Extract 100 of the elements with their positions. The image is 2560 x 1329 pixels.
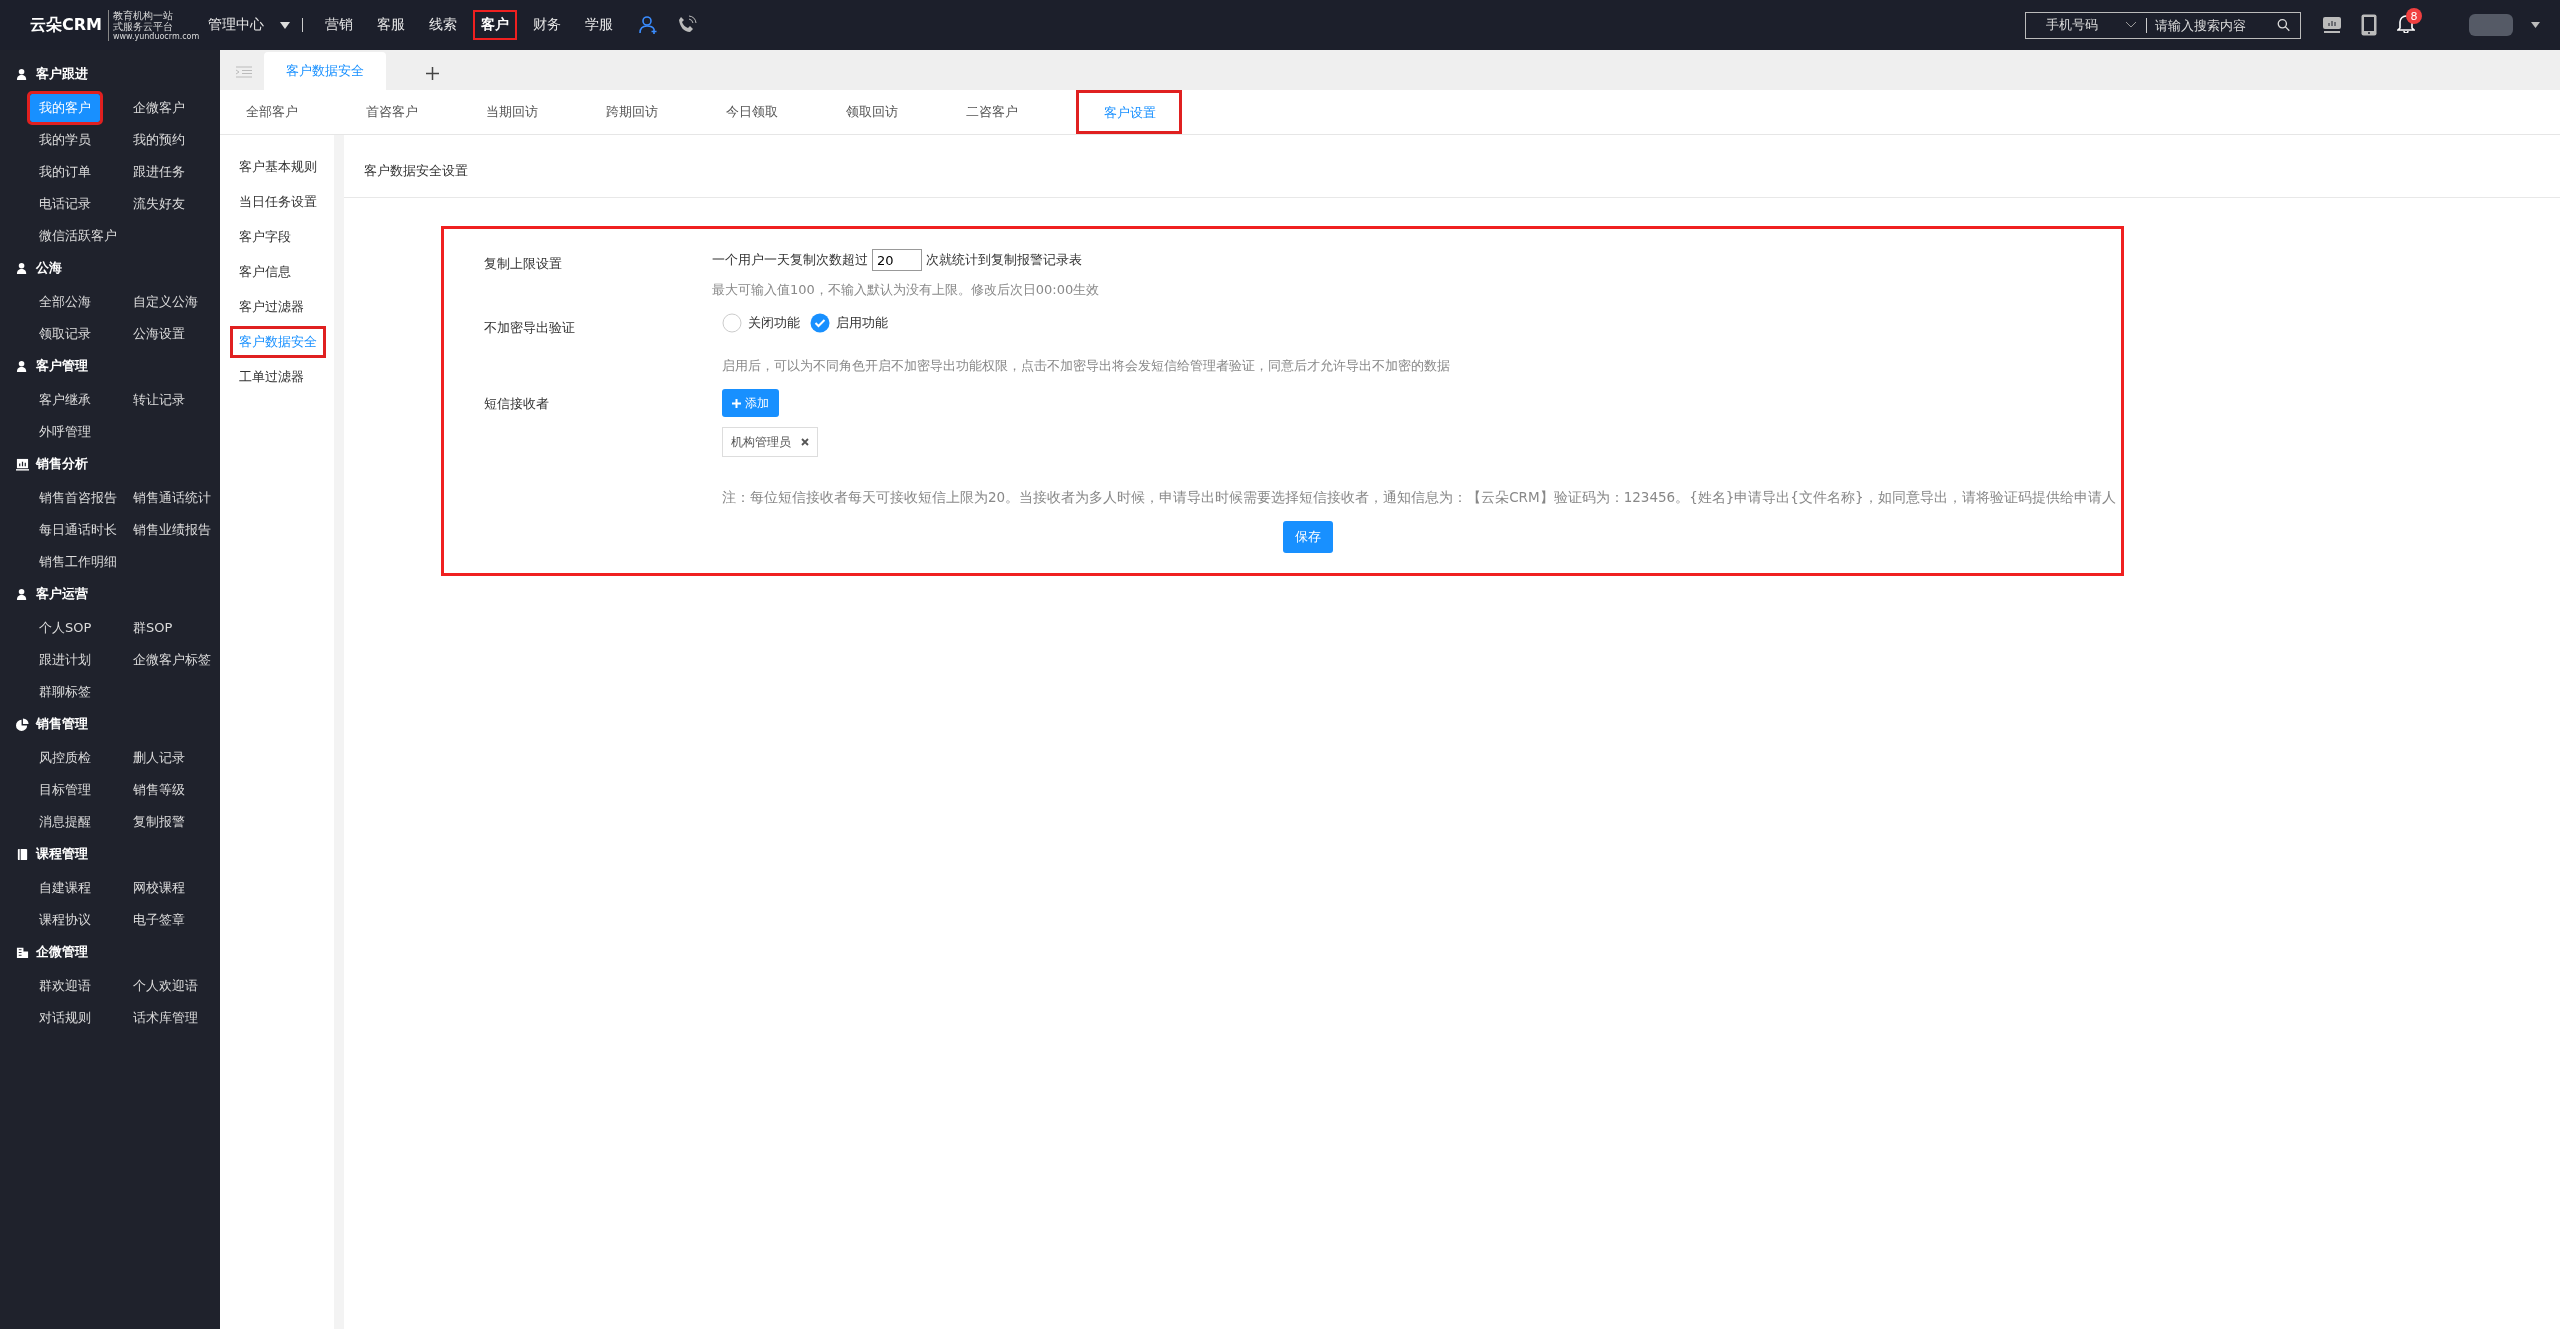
person-icon bbox=[16, 67, 29, 81]
sub-tab[interactable]: 当期回访 bbox=[476, 90, 596, 134]
recipient-tag: 机构管理员 bbox=[722, 427, 818, 457]
sidebar-item[interactable]: 个人SOP bbox=[30, 614, 101, 642]
limit-text: 一个用户一天复制次数超过 bbox=[712, 251, 868, 269]
sidebar-group-title: 企微管理 bbox=[36, 943, 88, 961]
sidebar-item[interactable]: 对话规则 bbox=[30, 1004, 100, 1032]
settings-menu-item[interactable]: 客户基本规则 bbox=[230, 150, 326, 183]
sidebar-item[interactable]: 客户继承 bbox=[30, 386, 100, 414]
sidebar-item[interactable]: 话术库管理 bbox=[124, 1004, 207, 1032]
caret-icon[interactable] bbox=[2531, 22, 2540, 28]
tablet-icon[interactable] bbox=[2361, 14, 2377, 36]
sidebar-group-title: 客户跟进 bbox=[36, 65, 88, 83]
sidebar-group-title: 销售管理 bbox=[36, 715, 88, 733]
limit-text: 次就统计到复制报警记录表 bbox=[926, 251, 1082, 269]
phone-icon[interactable] bbox=[677, 15, 697, 35]
settings-menu-item[interactable]: 客户字段 bbox=[230, 220, 300, 253]
sidebar-item[interactable]: 群SOP bbox=[124, 614, 182, 642]
sidebar-group-title: 销售分析 bbox=[36, 455, 88, 473]
sidebar-item[interactable]: 全部公海 bbox=[30, 288, 100, 316]
nav-item[interactable]: 学服 bbox=[577, 10, 621, 40]
book-icon bbox=[16, 847, 29, 861]
hint-text: 启用后，可以为不同角色开启不加密导出功能权限，点击不加密导出将会发短信给管理者验证，同意后才允许导出不加密的数据 bbox=[722, 357, 1450, 375]
notification-badge: 8 bbox=[2406, 8, 2422, 24]
sidebar-item[interactable]: 消息提醒 bbox=[30, 808, 100, 836]
monitor-icon[interactable] bbox=[2323, 16, 2341, 34]
search-type-select[interactable]: 手机号码 bbox=[2046, 16, 2098, 34]
sidebar-item[interactable]: 自建课程 bbox=[30, 874, 100, 902]
settings-menu-item[interactable]: 客户信息 bbox=[230, 255, 300, 288]
nav-item[interactable]: 客服 bbox=[369, 10, 413, 40]
radio-option[interactable]: 启用功能 bbox=[810, 313, 888, 333]
nav-item[interactable]: 线索 bbox=[421, 10, 465, 40]
settings-menu-item[interactable]: 客户过滤器 bbox=[230, 290, 313, 323]
sidebar-item[interactable]: 销售通话统计 bbox=[124, 484, 220, 512]
hint-text: 最大可输入值100，不输入默认为没有上限。修改后次日00:00生效 bbox=[712, 281, 1100, 299]
sub-tab[interactable]: 二咨客户 bbox=[956, 90, 1076, 134]
sidebar-item[interactable]: 销售等级 bbox=[124, 776, 194, 804]
sidebar-item[interactable]: 个人欢迎语 bbox=[124, 972, 207, 1000]
person-icon bbox=[16, 261, 29, 275]
note-text: 注：每位短信接收者每天可接收短信上限为20。当接收者为多人时候，申请导出时候需要选择短信接收者，通知信息为：【云朵CRM】验证码为：123456。{姓名}申请导出{文件名称}，如同意导出，请将验证码提供给申请人 bbox=[722, 489, 2116, 507]
sidebar-item[interactable]: 复制报警 bbox=[124, 808, 194, 836]
sub-tab[interactable]: 今日领取 bbox=[716, 90, 836, 134]
sidebar-item[interactable]: 跟进计划 bbox=[30, 646, 100, 674]
menu-dropdown[interactable]: 管理中心 bbox=[208, 16, 264, 34]
sub-tab[interactable]: 首咨客户 bbox=[356, 90, 476, 134]
caret-icon[interactable] bbox=[280, 21, 290, 29]
chevron-icon[interactable] bbox=[2126, 22, 2137, 28]
nav-item[interactable]: 财务 bbox=[525, 10, 569, 40]
field-label: 不加密导出验证 bbox=[484, 320, 575, 335]
nav-item[interactable]: 客户 bbox=[473, 10, 517, 40]
sidebar-item[interactable]: 外呼管理 bbox=[30, 418, 100, 446]
search-field[interactable]: 手机号码 请输入搜索内容 bbox=[2025, 11, 2301, 39]
sidebar-item[interactable]: 自定义公海 bbox=[124, 288, 207, 316]
settings-menu-item[interactable]: 当日任务设置 bbox=[230, 185, 326, 218]
limit-input[interactable]: 20 bbox=[872, 249, 922, 271]
sub-tab[interactable]: 全部客户 bbox=[236, 90, 356, 134]
pie-chart-icon bbox=[16, 717, 29, 731]
radio-checked-icon[interactable] bbox=[810, 313, 830, 333]
sidebar-item[interactable]: 销售首咨报告 bbox=[30, 484, 126, 512]
search-icon[interactable] bbox=[2276, 17, 2290, 33]
sub-tab[interactable]: 领取回访 bbox=[836, 90, 956, 134]
sidebar-item[interactable]: 微信活跃客户 bbox=[30, 222, 126, 250]
logo-url: www.yunduocrm.com bbox=[113, 31, 200, 41]
sidebar-item[interactable]: 课程协议 bbox=[30, 906, 100, 934]
sidebar-item[interactable]: 转让记录 bbox=[124, 386, 194, 414]
sidebar-item[interactable]: 群聊标签 bbox=[30, 678, 100, 706]
sidebar-group-title: 公海 bbox=[36, 259, 62, 277]
sidebar-item[interactable]: 销售工作明细 bbox=[30, 548, 126, 576]
sidebar-item[interactable]: 跟进任务 bbox=[124, 158, 194, 186]
add-user-icon[interactable] bbox=[639, 15, 659, 35]
sidebar-item[interactable]: 企微客户 bbox=[124, 94, 194, 122]
sidebar-item[interactable]: 企微客户标签 bbox=[124, 646, 220, 674]
sidebar-item[interactable]: 风控质检 bbox=[30, 744, 100, 772]
sidebar-item[interactable]: 销售业绩报告 bbox=[124, 516, 220, 544]
close-icon[interactable] bbox=[801, 438, 809, 446]
radio-icon[interactable] bbox=[722, 313, 742, 333]
person-icon bbox=[16, 587, 29, 601]
sidebar-item[interactable]: 公海设置 bbox=[124, 320, 194, 348]
plus-icon[interactable] bbox=[426, 67, 439, 80]
sidebar-item[interactable]: 领取记录 bbox=[30, 320, 100, 348]
sidebar-item[interactable]: 流失好友 bbox=[124, 190, 194, 218]
sidebar-item[interactable]: 我的学员 bbox=[30, 126, 100, 154]
sidebar-item[interactable]: 我的预约 bbox=[124, 126, 194, 154]
sidebar-item[interactable]: 网校课程 bbox=[124, 874, 194, 902]
sub-tab[interactable]: 跨期回访 bbox=[596, 90, 716, 134]
sidebar-item[interactable]: 删人记录 bbox=[124, 744, 194, 772]
sidebar-item[interactable]: 电话记录 bbox=[30, 190, 100, 218]
chart-icon bbox=[16, 457, 29, 471]
building-icon bbox=[16, 945, 29, 959]
settings-menu-item[interactable]: 工单过滤器 bbox=[230, 360, 313, 393]
sidebar-item[interactable]: 群欢迎语 bbox=[30, 972, 100, 1000]
sidebar-item[interactable]: 目标管理 bbox=[30, 776, 100, 804]
sidebar-group-title: 课程管理 bbox=[36, 845, 88, 863]
sidebar-item[interactable]: 我的订单 bbox=[30, 158, 100, 186]
bell-icon[interactable] bbox=[2397, 14, 2415, 33]
radio-option[interactable]: 关闭功能 bbox=[722, 313, 800, 333]
nav-item[interactable]: 营销 bbox=[317, 10, 361, 40]
sidebar-group-title: 客户管理 bbox=[36, 357, 88, 375]
sidebar-item[interactable]: 每日通话时长 bbox=[30, 516, 126, 544]
sidebar-item[interactable]: 电子签章 bbox=[124, 906, 194, 934]
